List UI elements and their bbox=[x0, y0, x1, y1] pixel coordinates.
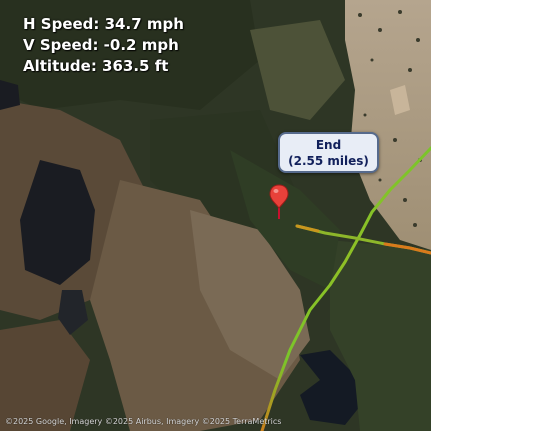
callout-distance: (2.55 miles) bbox=[288, 154, 369, 168]
flight-stats: H Speed: 34.7 mph V Speed: -0.2 mph Alti… bbox=[23, 14, 184, 77]
end-callout[interactable]: End (2.55 miles) bbox=[278, 132, 379, 173]
map-pin-icon[interactable] bbox=[268, 184, 290, 220]
map-attribution: ©2025 Google, Imagery ©2025 Airbus, Imag… bbox=[5, 417, 282, 426]
callout-title: End bbox=[315, 138, 342, 152]
v-speed-readout: V Speed: -0.2 mph bbox=[23, 36, 179, 54]
satellite-map[interactable]: H Speed: 34.7 mph V Speed: -0.2 mph Alti… bbox=[0, 0, 431, 431]
h-speed-readout: H Speed: 34.7 mph bbox=[23, 15, 184, 33]
altitude-readout: Altitude: 363.5 ft bbox=[23, 57, 169, 75]
